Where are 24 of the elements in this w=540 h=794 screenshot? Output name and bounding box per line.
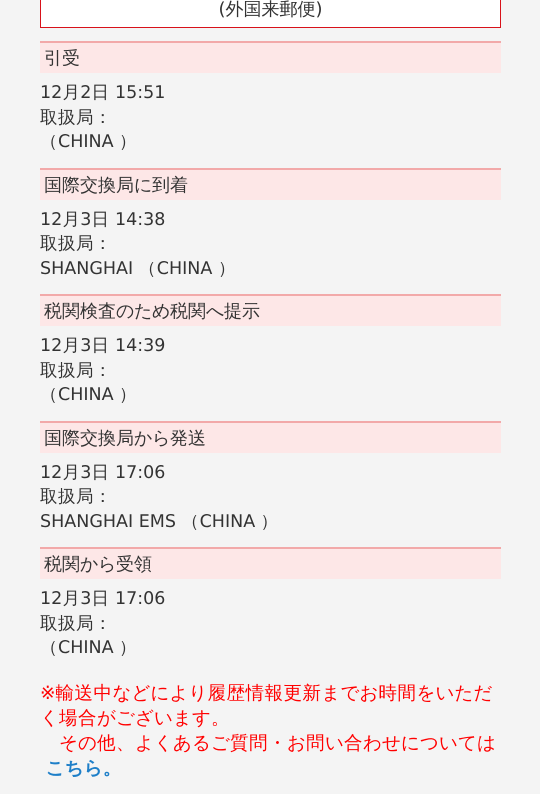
inquiry-link[interactable]: こちら。 [46,758,122,778]
datetime: 12月2日 15:51 [40,82,166,105]
office-name: SHANGHAI （CHINA ） [40,258,237,280]
datetime: 12月3日 14:39 [40,335,166,358]
office-label: 取扱局： [40,360,113,382]
office-name: （CHINA ） [40,131,138,154]
datetime: 12月3日 14:38 [40,208,166,232]
status-header: 国際交換局から発送 [40,420,501,452]
office-label: 取扱局： [40,612,113,636]
status-header: 税関検査のため税関へ提示 [40,294,501,326]
inquiry-text: その他、よくあるご質問・お問い合わせについては こちら。 [45,732,497,780]
office-name: （CHINA ） [40,384,138,407]
office-label: 取扱局： [40,233,113,256]
datetime: 12月3日 17:06 [40,462,166,484]
status-header: 国際交換局に到着 [40,168,501,200]
status-header: 税関から受領 [40,547,501,579]
office-label: 取扱局： [40,486,113,509]
office-name: （CHINA ） [40,637,138,660]
office-name: SHANGHAI EMS （CHINA ） [40,510,280,534]
notice-text: ※輸送中などにより履歴情報更新までお時間をいただく場合がございます。 [40,682,494,730]
office-label: 取扱局： [40,106,113,130]
status-header: 引受 [40,41,501,73]
datetime: 12月3日 17:06 [40,588,166,611]
mail-type: (外国来郵便) [218,0,323,21]
